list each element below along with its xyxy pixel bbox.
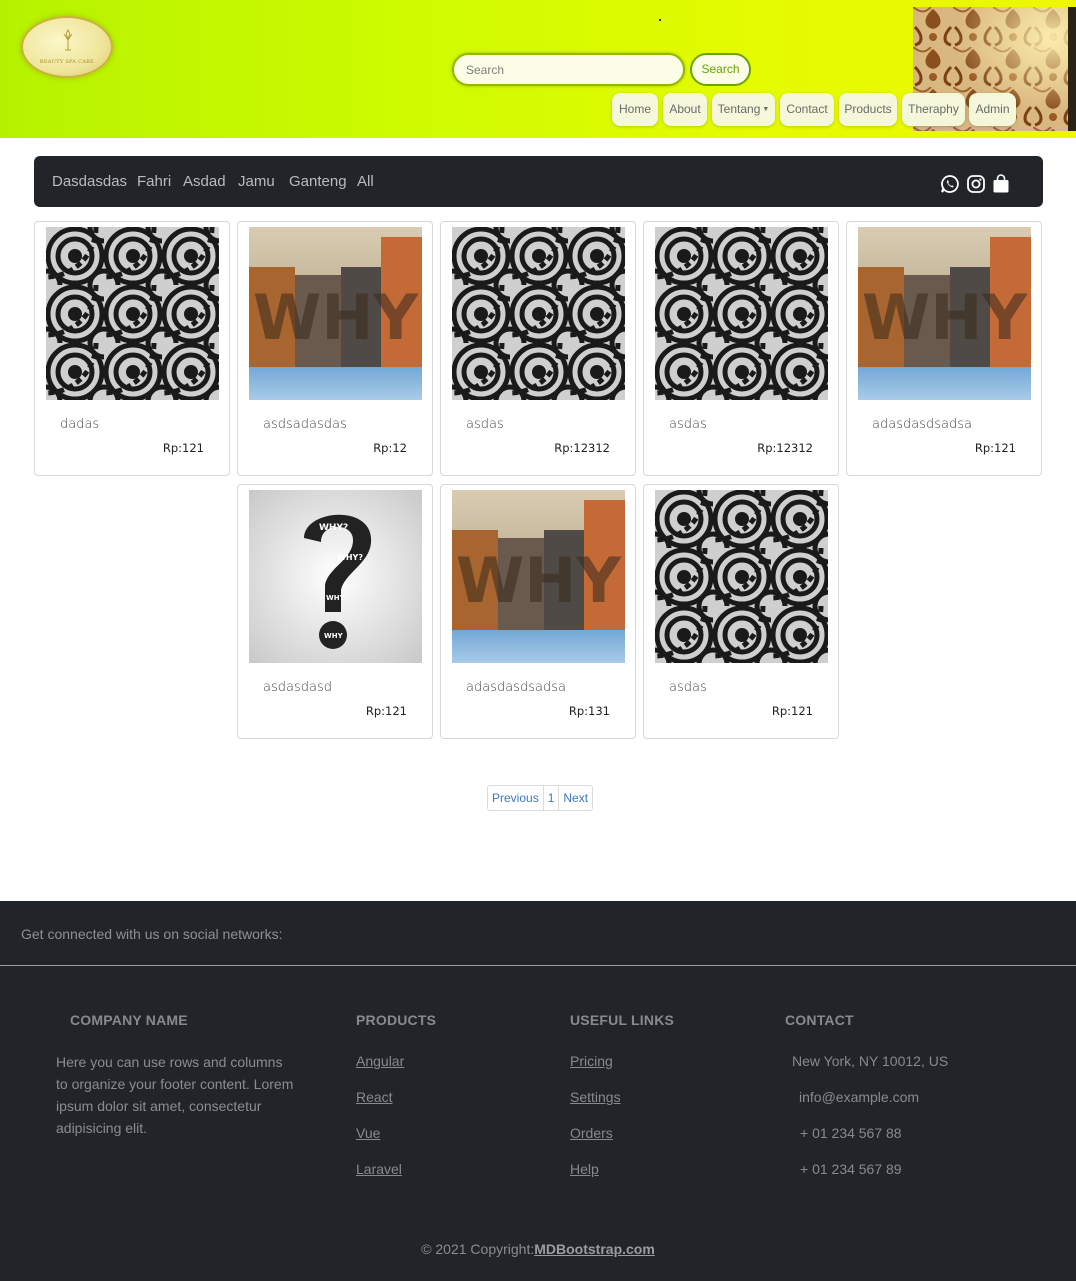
footer-link-laravel[interactable]: Laravel [356,1161,402,1177]
category-bar: Dasdasdas Fahri Asdad Jamu Ganteng All [34,156,1043,207]
product-card[interactable]: WHY? WHY? WHY WHY asdasdasd Rp:121 [237,484,433,739]
product-image-why-blocks[interactable]: WHY? [858,227,1031,400]
nav-products[interactable]: Products [839,93,897,126]
svg-text:WHY: WHY [324,632,344,640]
product-name: asdas [669,680,707,695]
nav-about[interactable]: About [663,93,707,126]
product-price: Rp:131 [568,704,610,718]
nav-home[interactable]: Home [612,93,658,126]
product-image-why-blocks[interactable]: WHY? [452,490,625,663]
pagination-next[interactable]: Next [559,786,592,810]
footer-contact-phone-2: + 01 234 567 89 [800,1161,902,1177]
footer-divider [0,965,1076,966]
footer-useful-links-heading: USEFUL LINKS [570,1012,675,1028]
product-name: asdasdasd [263,680,332,695]
search-input[interactable] [452,53,685,86]
footer-contact-heading: CONTACT [785,1012,854,1028]
product-price: Rp:121 [162,441,204,455]
nav-theraphy-label: Theraphy [908,102,959,116]
category-ganteng[interactable]: Ganteng [289,173,347,190]
product-card[interactable]: asdas Rp:12312 [643,221,839,476]
copyright: © 2021 Copyright:MDBootstrap.com [0,1241,1076,1257]
footer-link-orders[interactable]: Orders [570,1125,613,1141]
product-name: adasdasdsadsa [872,417,972,432]
nav-products-label: Products [844,102,892,116]
pagination: Previous 1 Next [487,785,594,811]
category-dasdasdas[interactable]: Dasdasdas [52,173,127,190]
product-name: asdsadasdas [263,417,347,432]
footer-link-pricing[interactable]: Pricing [570,1053,613,1069]
product-card[interactable]: asdas Rp:12312 [440,221,636,476]
footer-contact-phone-1: + 01 234 567 88 [800,1125,902,1141]
svg-text:WHY: WHY [326,594,346,602]
nav-theraphy[interactable]: Theraphy [902,93,965,126]
nav-admin-label: Admin [975,102,1010,116]
svg-text:WHY?: WHY? [337,553,363,562]
footer-link-react[interactable]: React [356,1089,393,1105]
svg-text:WHY?: WHY? [456,544,625,617]
product-name: asdas [669,417,707,432]
product-card[interactable]: asdas Rp:121 [643,484,839,739]
pagination-page-1[interactable]: 1 [544,786,560,810]
product-image-question-mark[interactable]: WHY? WHY? WHY WHY [249,490,422,663]
product-name: asdas [466,417,504,432]
product-image-stripes[interactable] [655,490,828,663]
footer-company-heading: COMPANY NAME [70,1012,188,1028]
footer-contact-email: info@example.com [799,1089,920,1105]
svg-text:WHY?: WHY? [862,281,1031,354]
brand-logo[interactable]: BEAUTY SPA CARE [21,16,113,78]
product-price: Rp:121 [771,704,813,718]
whatsapp-icon[interactable] [940,174,960,194]
shopping-bag-icon[interactable] [992,174,1010,194]
product-image-stripes[interactable] [452,227,625,400]
nav-home-label: Home [618,102,651,116]
footer-products-heading: PRODUCTS [356,1012,437,1028]
site-footer: Get connected with us on social networks… [0,901,1076,1281]
category-jamu[interactable]: Jamu [238,173,275,190]
footer-link-help[interactable]: Help [570,1161,599,1177]
product-image-why-blocks[interactable]: WHY? [249,227,422,400]
product-price: Rp:12312 [757,441,813,455]
product-price: Rp:121 [974,441,1016,455]
svg-text:WHY?: WHY? [253,281,422,354]
header-dot [659,19,661,21]
nav-about-label: About [669,102,701,116]
product-card[interactable]: WHY? adasdasdsadsa Rp:121 [846,221,1042,476]
product-image-stripes[interactable] [655,227,828,400]
svg-text:WHY?: WHY? [319,523,348,533]
product-card[interactable]: WHY? adasdasdsadsa Rp:131 [440,484,636,739]
footer-company-description: Here you can use rows and columns to org… [56,1054,294,1136]
nav-contact-label: Contact [786,102,828,116]
search-button[interactable]: Search [690,53,751,86]
copyright-text: © 2021 Copyright: [421,1241,535,1257]
category-asdad[interactable]: Asdad [183,173,226,190]
footer-contact-address: New York, NY 10012, US [792,1053,949,1069]
ornament-edge [1068,7,1076,131]
nav-tentang-dropdown[interactable]: Tentang ▼ [712,93,775,126]
nav-contact[interactable]: Contact [780,93,834,126]
category-all[interactable]: All [357,173,374,190]
product-price: Rp:12 [373,441,407,455]
product-name: dadas [60,417,100,432]
site-header: BEAUTY SPA CARE Search H [0,0,1076,138]
footer-link-vue[interactable]: Vue [356,1125,380,1141]
footer-link-settings[interactable]: Settings [570,1089,621,1105]
product-price: Rp:121 [365,704,407,718]
product-card[interactable]: dadas Rp:121 [34,221,230,476]
product-name: adasdasdsadsa [466,680,566,695]
copyright-link[interactable]: MDBootstrap.com [534,1241,655,1257]
footer-link-angular[interactable]: Angular [356,1053,404,1069]
category-fahri[interactable]: Fahri [137,173,171,190]
pagination-previous[interactable]: Previous [488,786,544,810]
nav-admin[interactable]: Admin [969,93,1016,126]
caret-down-icon: ▼ [762,106,770,113]
social-connect-text: Get connected with us on social networks… [21,926,283,942]
logo-figure-icon [63,29,73,51]
product-price: Rp:12312 [554,441,610,455]
product-image-stripes[interactable] [46,227,219,400]
nav-tentang-label: Tentang [717,102,761,116]
product-card[interactable]: WHY? asdsadasdas Rp:12 [237,221,433,476]
instagram-icon[interactable] [966,174,986,194]
logo-text: BEAUTY SPA CARE [39,59,95,65]
